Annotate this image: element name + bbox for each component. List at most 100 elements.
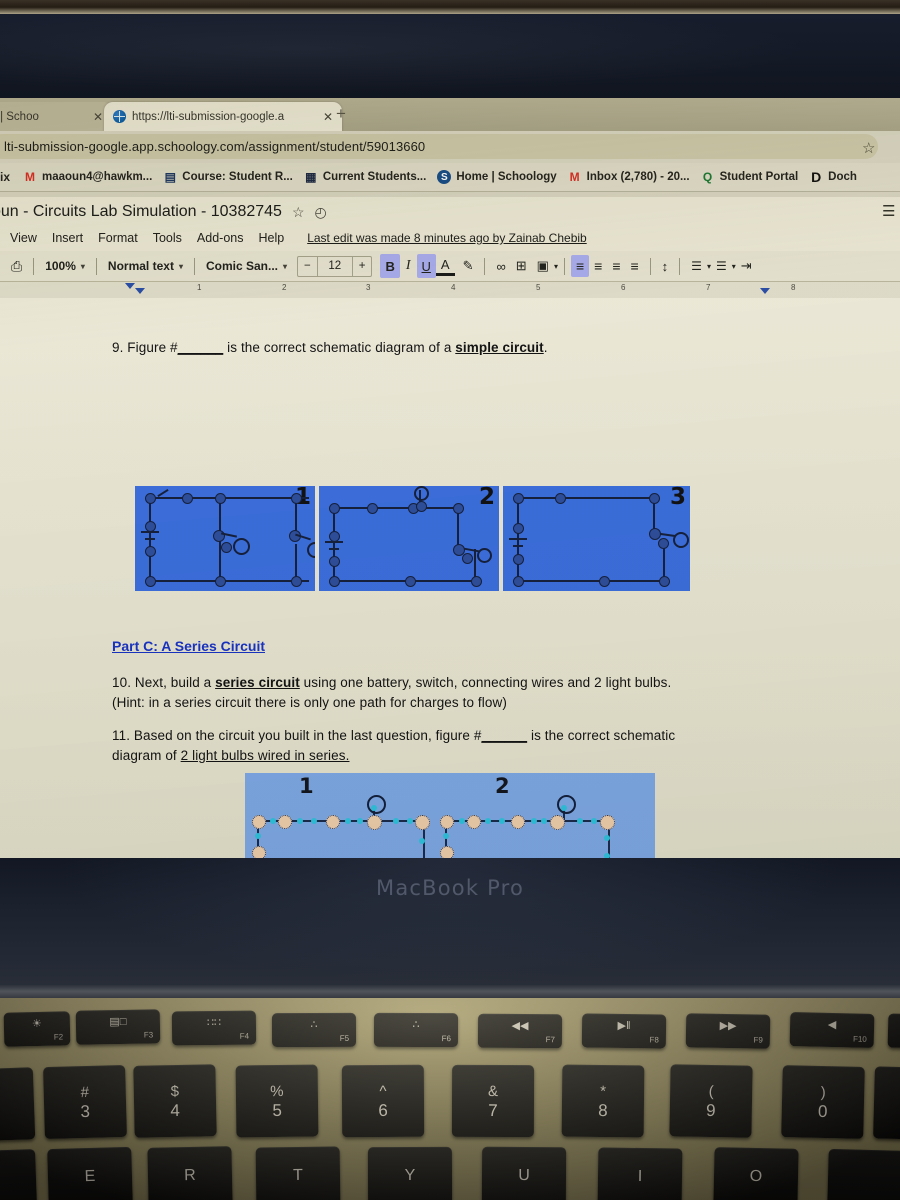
font-size-stepper[interactable]: − 12 + xyxy=(297,255,373,277)
highlight-icon[interactable]: ✎ xyxy=(458,255,479,277)
new-tab-button[interactable]: + xyxy=(336,105,346,122)
q10-text-a: 10. Next, build a xyxy=(112,675,216,690)
ruler-number: 8 xyxy=(791,283,796,292)
figure-number: 1 xyxy=(299,774,314,798)
font-size-value[interactable]: 12 xyxy=(316,256,353,276)
gmail-icon: M xyxy=(569,170,580,184)
align-justify-button[interactable]: ≡ xyxy=(626,255,644,277)
cloud-icon[interactable]: ◴ xyxy=(315,204,327,221)
bookmark-label: ix xyxy=(0,170,10,184)
bold-button[interactable]: B xyxy=(380,254,400,278)
italic-button[interactable]: I xyxy=(400,254,417,278)
laptop-photo: ulation | Schoo ✕ https://lti-submission… xyxy=(0,0,900,1200)
line-spacing-icon[interactable]: ↕ xyxy=(657,255,674,277)
menu-tools[interactable]: Tools xyxy=(153,231,182,245)
tab-title: ulation | Schoo xyxy=(0,110,39,123)
figures-row-series-circuit[interactable]: 1 2 xyxy=(245,773,655,858)
menu-addons[interactable]: Add-ons xyxy=(197,231,244,245)
indent-marker[interactable] xyxy=(135,288,145,294)
close-icon[interactable]: ✕ xyxy=(93,110,103,124)
font-size-decrease[interactable]: − xyxy=(298,257,317,276)
divider xyxy=(193,257,195,275)
divider xyxy=(95,257,97,275)
bulleted-list-icon[interactable]: ☰ xyxy=(686,255,707,277)
chevron-down-icon: ▾ xyxy=(178,261,183,271)
document-ruler[interactable]: 1 2 3 4 5 6 7 8 xyxy=(0,281,900,299)
indent-marker[interactable] xyxy=(125,283,135,289)
bookmark-item[interactable]: S Home | Schoology xyxy=(437,170,557,184)
document-page[interactable]: 9. Figure #______ is the correct schemat… xyxy=(0,298,900,858)
comment-history-icon[interactable]: ☰ xyxy=(882,202,895,220)
bookmark-item[interactable]: ▤ Course: Student R... xyxy=(163,170,293,184)
bookmark-item[interactable]: ix xyxy=(0,170,12,184)
divider xyxy=(33,257,35,275)
divider xyxy=(0,191,900,192)
comment-icon[interactable]: ⊞ xyxy=(511,255,532,277)
bookmark-item[interactable]: M maaoun4@hawkm... xyxy=(23,170,152,184)
style-value: Normal text xyxy=(107,259,174,273)
chevron-down-icon[interactable]: ▾ xyxy=(554,255,558,277)
q10-text-b: using one battery, switch, connecting wi… xyxy=(299,675,672,690)
font-size-increase[interactable]: + xyxy=(353,257,372,276)
docs-menu-bar: View Insert Format Tools Add-ons Help La… xyxy=(0,225,900,251)
image-icon[interactable]: ▣ xyxy=(532,255,554,277)
bookmark-item[interactable]: Q Student Portal xyxy=(701,170,799,184)
ruler-number: 6 xyxy=(621,283,626,292)
align-right-button[interactable]: ≡ xyxy=(607,255,625,277)
numbered-list-icon[interactable]: ☰ xyxy=(711,255,732,277)
bookmark-label: Student Portal xyxy=(719,171,799,183)
align-center-button[interactable]: ≡ xyxy=(589,255,607,277)
browser-tab-active[interactable]: https://lti-submission-google.a ✕ xyxy=(104,102,342,131)
bookmark-item[interactable]: ▦ Current Students... xyxy=(304,170,427,184)
close-icon[interactable]: ✕ xyxy=(323,110,333,124)
text-color-button[interactable]: A xyxy=(435,256,455,276)
browser-tab-strip: ulation | Schoo ✕ https://lti-submission… xyxy=(0,98,900,131)
bookmark-label: Course: Student R... xyxy=(182,171,293,183)
schoology-icon: S xyxy=(437,170,452,184)
link-icon[interactable]: ∞ xyxy=(491,255,510,277)
figures-row-simple-circuit[interactable]: 1 2 3 xyxy=(135,486,690,591)
question-11: 11. Based on the circuit you built in th… xyxy=(112,726,822,765)
q10-hint: (Hint: in a series circuit there is only… xyxy=(112,694,507,710)
ruler-number: 5 xyxy=(536,283,541,292)
q11-blank: ______ xyxy=(481,728,528,743)
bookmarks-bar: ix M maaoun4@hawkm... ▤ Course: Student … xyxy=(0,163,900,191)
q11-emphasis: 2 light bulbs wired in series. xyxy=(180,747,350,763)
indent-icon[interactable]: ⇥ xyxy=(736,255,757,277)
address-bar[interactable]: lti-submission-google.app.schoology.com/… xyxy=(0,134,878,159)
bookmark-label: Current Students... xyxy=(322,171,427,183)
q9-emphasis: simple circuit xyxy=(455,340,544,355)
bookmark-item[interactable]: M Inbox (2,780) - 20... xyxy=(568,170,690,184)
figure-3-image[interactable]: 3 xyxy=(503,486,690,591)
browser-tab-inactive[interactable]: ulation | Schoo ✕ xyxy=(0,102,112,131)
menu-insert[interactable]: Insert xyxy=(52,231,83,245)
menu-view[interactable]: View xyxy=(10,231,37,245)
bookmark-label: Home | Schoology xyxy=(456,171,557,183)
q11-text-b: is the correct schematic xyxy=(527,728,676,743)
ruler-number: 1 xyxy=(197,283,202,292)
bookmark-label: Inbox (2,780) - 20... xyxy=(586,171,690,183)
print-icon[interactable]: ⎙ xyxy=(6,255,27,277)
menu-help[interactable]: Help xyxy=(258,231,284,245)
document-title-row: oun - Circuits Lab Simulation - 10382745… xyxy=(0,197,900,227)
bezel-reflection xyxy=(0,14,900,100)
divider xyxy=(484,257,486,275)
figure-2-image[interactable]: 2 xyxy=(319,486,499,591)
zoom-select[interactable]: 100% ▾ xyxy=(40,259,90,273)
bookmark-star-icon[interactable]: ☆ xyxy=(862,139,875,157)
indent-marker[interactable] xyxy=(760,288,770,294)
menu-format[interactable]: Format xyxy=(98,231,138,245)
ruler-number: 7 xyxy=(706,283,711,292)
q9-blank: ______ xyxy=(177,340,224,355)
paragraph-style-select[interactable]: Normal text ▾ xyxy=(103,259,188,273)
align-left-button[interactable]: ≡ xyxy=(570,255,590,277)
underline-button[interactable]: U xyxy=(416,254,436,278)
last-edit-status[interactable]: Last edit was made 8 minutes ago by Zain… xyxy=(307,231,587,245)
divider xyxy=(563,257,565,275)
figure-number: 2 xyxy=(495,774,510,798)
document-icon: ▤ xyxy=(164,170,176,184)
bookmark-item[interactable]: D Doch xyxy=(809,169,857,185)
figure-1-image[interactable]: 1 xyxy=(135,486,315,591)
font-select[interactable]: Comic San... ▾ xyxy=(201,259,292,273)
star-icon[interactable]: ☆ xyxy=(292,204,305,221)
